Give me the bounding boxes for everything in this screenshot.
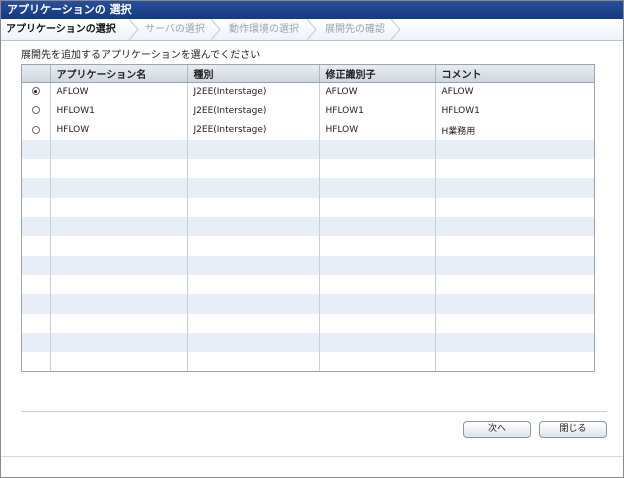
dialog-window: アプリケーションの 選択 アプリケーションの選択 サーバの選択 動作環境の選択 … (0, 0, 624, 478)
close-button[interactable]: 閉じる (539, 421, 607, 438)
header-type[interactable]: 種別 (187, 65, 320, 83)
wizard-steps: アプリケーションの選択 サーバの選択 動作環境の選択 展開先の確認 (1, 19, 623, 41)
cell-type: J2EE(Interstage) (187, 101, 320, 121)
chevron-right-icon (390, 19, 401, 40)
empty-row (22, 313, 594, 333)
empty-row (22, 217, 594, 237)
step-confirm-destination: 展開先の確認 (325, 24, 385, 35)
cell-comment: HFLOW1 (435, 101, 594, 121)
cell-type: J2EE(Interstage) (187, 120, 320, 140)
radio-button[interactable] (31, 106, 40, 115)
empty-row (22, 236, 594, 256)
row-radio-cell[interactable] (22, 101, 51, 121)
row-radio-cell[interactable] (22, 82, 51, 102)
step-select-server: サーバの選択 (145, 24, 205, 35)
empty-row (22, 255, 594, 275)
cell-comment: H業務用 (435, 120, 594, 140)
cell-comment: AFLOW (435, 82, 594, 102)
step-select-environment: 動作環境の選択 (229, 24, 299, 35)
empty-row (22, 159, 594, 179)
dialog-title: アプリケーションの 選択 (1, 1, 623, 19)
table-header-row: アプリケーション名 種別 修正識別子 コメント (22, 65, 594, 83)
row-radio-cell[interactable] (22, 120, 51, 140)
cell-revision-id: HFLOW1 (319, 101, 436, 121)
radio-button-selected[interactable] (31, 87, 40, 96)
chevron-right-icon (128, 19, 139, 40)
application-table: アプリケーション名 種別 修正識別子 コメント AFLOW J2EE(Inter… (21, 64, 595, 372)
cell-revision-id: HFLOW (319, 120, 436, 140)
next-button[interactable]: 次へ (463, 421, 531, 438)
table-row[interactable]: HFLOW J2EE(Interstage) HFLOW H業務用 (22, 120, 594, 140)
empty-row (22, 139, 594, 160)
status-bar-divider (1, 456, 623, 457)
table-row[interactable]: AFLOW J2EE(Interstage) AFLOW AFLOW (22, 82, 594, 102)
cell-application-name: HFLOW1 (50, 101, 188, 121)
step-select-application: アプリケーションの選択 (6, 24, 116, 35)
empty-row (22, 352, 594, 371)
empty-row (22, 274, 594, 295)
header-select (22, 65, 51, 83)
instruction-text: 展開先を追加するアプリケーションを選んでください (21, 50, 261, 61)
header-revision-id[interactable]: 修正識別子 (319, 65, 436, 83)
footer-divider (21, 411, 607, 412)
table-row[interactable]: HFLOW1 J2EE(Interstage) HFLOW1 HFLOW1 (22, 101, 594, 121)
header-comment[interactable]: コメント (435, 65, 594, 83)
cell-application-name: HFLOW (50, 120, 188, 140)
cell-revision-id: AFLOW (319, 82, 436, 102)
radio-button[interactable] (31, 125, 40, 134)
cell-application-name: AFLOW (50, 82, 188, 102)
empty-row (22, 294, 594, 314)
chevron-right-icon (306, 19, 317, 40)
cell-type: J2EE(Interstage) (187, 82, 320, 102)
chevron-right-icon (210, 19, 221, 40)
empty-row (22, 197, 594, 218)
empty-row (22, 332, 594, 353)
header-application-name[interactable]: アプリケーション名 (50, 65, 188, 83)
empty-row (22, 178, 594, 198)
